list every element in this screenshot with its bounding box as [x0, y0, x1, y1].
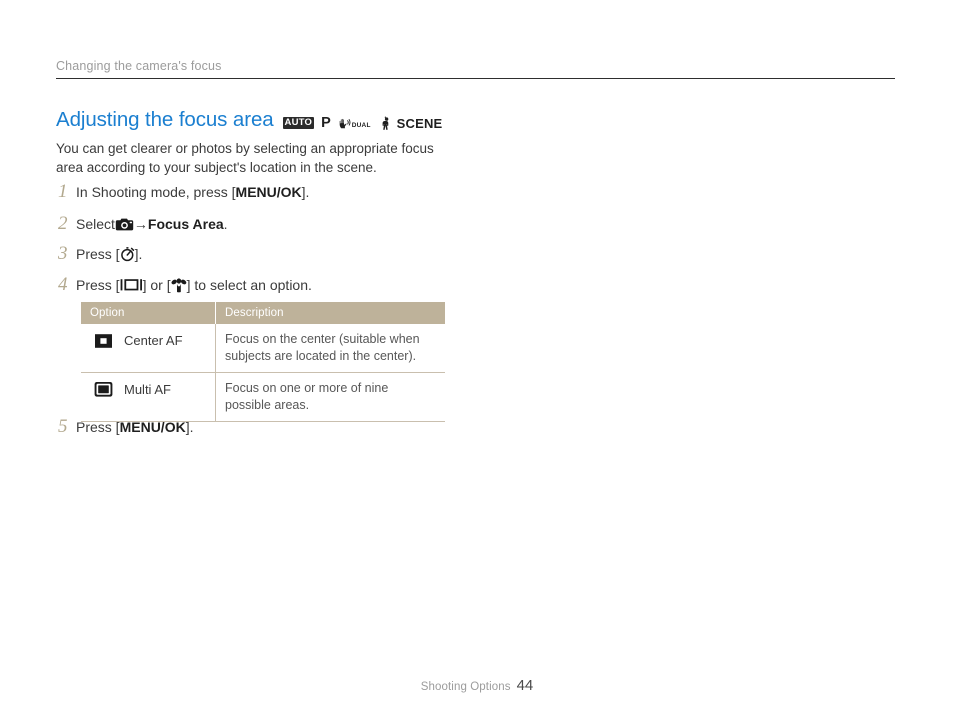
- step-number: 4: [58, 274, 68, 295]
- table-cell-option-label: Center AF: [124, 333, 183, 348]
- step-key-label: MENU/OK: [119, 419, 186, 435]
- step-menu-label: Focus Area: [147, 216, 224, 232]
- display-button-icon: [120, 278, 143, 292]
- table-header-description: Description: [215, 302, 445, 324]
- step-text-post: ].: [185, 419, 194, 435]
- focus-area-options-table: Option Description Center AF Focus on th…: [81, 302, 445, 422]
- table-cell-description: Focus on one or more of nine possible ar…: [215, 372, 445, 422]
- step-text-pre: Press [: [76, 419, 120, 435]
- mode-badge-program: P: [321, 115, 331, 131]
- step-text-post: .: [223, 216, 228, 232]
- dual-is-hand-icon: [338, 117, 351, 130]
- intro-paragraph: You can get clearer or photos by selecti…: [56, 141, 434, 175]
- step-text-pre: Press [: [76, 277, 120, 293]
- page-title: Adjusting the focus area: [56, 108, 274, 131]
- mode-badge-scene-label: SCENE: [396, 115, 443, 131]
- step-number: 1: [58, 181, 68, 202]
- table-header-option: Option: [81, 302, 216, 324]
- table-row: Center AF Focus on the center (suitable …: [81, 324, 445, 373]
- self-timer-icon: [120, 246, 135, 262]
- table-cell-option: Center AF: [81, 324, 216, 373]
- step-item-2: 2 Select → Focus Area.: [58, 214, 228, 234]
- table-cell-option-label: Multi AF: [124, 382, 171, 397]
- running-header-title: Changing the camera's focus: [56, 59, 222, 73]
- mode-badge-auto: AUTO: [282, 117, 315, 129]
- step-number: 5: [58, 416, 68, 437]
- center-af-icon: [93, 333, 117, 349]
- mode-badge-group: AUTO P DUAL SCENE: [282, 115, 443, 131]
- footer-page-number: 44: [516, 677, 534, 694]
- table-row: Multi AF Focus on one or more of nine po…: [81, 372, 445, 422]
- camera-icon: [115, 217, 134, 232]
- running-header: Changing the camera's focus: [56, 58, 896, 74]
- step-key-label: MENU/OK: [235, 184, 302, 200]
- mode-badge-dual-label: DUAL: [351, 121, 371, 129]
- step-number: 2: [58, 213, 68, 234]
- section-heading: Adjusting the focus area AUTO P DUAL SCE…: [56, 108, 442, 132]
- footer-section-label: Shooting Options: [420, 681, 511, 693]
- page-footer: Shooting Options 44: [0, 677, 954, 695]
- step-text: Select → Focus Area.: [76, 214, 228, 234]
- macro-flower-icon: [171, 277, 187, 293]
- step-text: Press [ ] or [ ] to select an option.: [76, 275, 312, 295]
- step-item-5: 5 Press [MENU/OK].: [58, 417, 193, 437]
- step-text: Press [MENU/OK].: [76, 417, 193, 437]
- table-cell-description: Focus on the center (suitable when subje…: [215, 324, 445, 373]
- header-divider: [56, 78, 895, 79]
- multi-af-icon: [93, 381, 117, 398]
- scene-person-icon: [379, 115, 392, 131]
- step-text-pre: In Shooting mode, press [: [76, 184, 236, 200]
- step-item-4: 4 Press [ ] or [ ] to select an option.: [58, 275, 312, 295]
- step-item-1: 1 In Shooting mode, press [MENU/OK].: [58, 182, 309, 202]
- step-text-post: ] to select an option.: [186, 277, 312, 293]
- step-text-post: ].: [301, 184, 310, 200]
- table-header-row: Option Description: [81, 302, 445, 324]
- step-text-mid: →: [133, 216, 148, 232]
- step-text-pre: Select: [76, 216, 115, 232]
- step-number: 3: [58, 243, 68, 264]
- mode-badge-dual-is: DUAL: [338, 117, 371, 130]
- manual-page: Changing the camera's focus Adjusting th…: [0, 0, 954, 720]
- step-item-3: 3 Press [ ].: [58, 244, 142, 264]
- step-text: Press [ ].: [76, 244, 142, 264]
- step-text-post: ].: [134, 246, 143, 262]
- step-text-pre: Press [: [76, 246, 120, 262]
- step-text: In Shooting mode, press [MENU/OK].: [76, 182, 309, 202]
- table-cell-option: Multi AF: [81, 372, 216, 422]
- step-text-mid: ] or [: [142, 277, 171, 293]
